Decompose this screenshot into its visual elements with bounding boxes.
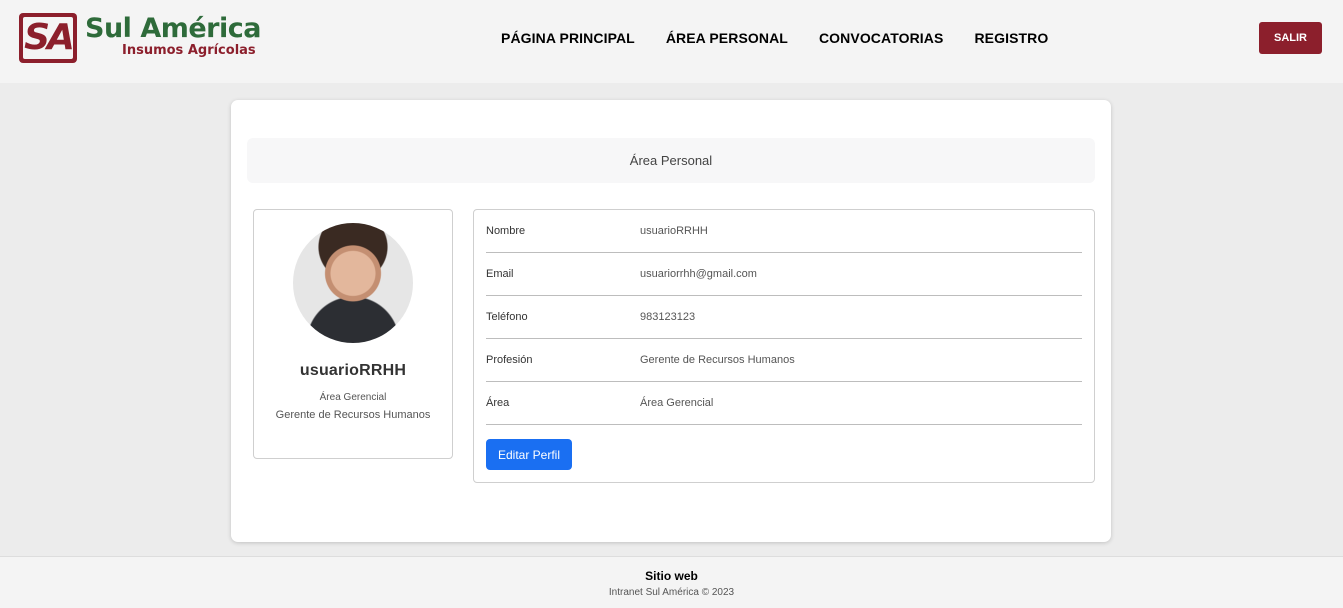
personal-area-card: Área Personal usuarioRRHH Área Gerencial…: [231, 100, 1111, 542]
profile-profession: Gerente de Recursos Humanos: [275, 409, 431, 421]
detail-label: Email: [486, 268, 514, 280]
detail-row-email: Email usuariorrhh@gmail.com: [486, 253, 1082, 296]
nav-item-pagina-principal[interactable]: PÁGINA PRINCIPAL: [501, 30, 635, 46]
footer-copyright: Intranet Sul América © 2023: [608, 587, 735, 598]
detail-row-nombre: Nombre usuarioRRHH: [486, 210, 1082, 253]
brand-title: Sul América: [85, 13, 261, 44]
detail-value: Gerente de Recursos Humanos: [640, 354, 795, 366]
detail-row-profesion: Profesión Gerente de Recursos Humanos: [486, 339, 1082, 382]
profile-name: usuarioRRHH: [299, 362, 407, 379]
detail-value: Área Gerencial: [640, 397, 714, 409]
card-title: Área Personal: [247, 138, 1095, 183]
avatar: [293, 223, 413, 343]
detail-label: Teléfono: [486, 311, 528, 323]
detail-row-area: Área Área Gerencial: [486, 382, 1082, 425]
detail-row-telefono: Teléfono 983123123: [486, 296, 1082, 339]
detail-value: usuarioRRHH: [640, 225, 708, 237]
main-nav: PÁGINA PRINCIPAL ÁREA PERSONAL CONVOCATO…: [501, 30, 1079, 46]
logout-button[interactable]: SALIR: [1259, 22, 1322, 54]
nav-item-area-personal[interactable]: ÁREA PERSONAL: [666, 30, 788, 46]
edit-profile-button[interactable]: Editar Perfil: [486, 439, 572, 470]
detail-label: Área: [486, 397, 510, 409]
profile-details: Nombre usuarioRRHH Email usuariorrhh@gma…: [473, 209, 1095, 483]
brand-subtitle: Insumos Agrícolas: [122, 43, 256, 58]
top-navbar: SA Sul América Insumos Agrícolas PÁGINA …: [0, 0, 1343, 83]
detail-value: 983123123: [640, 311, 696, 323]
profile-area: Área Gerencial: [319, 392, 387, 403]
brand-logo[interactable]: SA Sul América Insumos Agrícolas: [19, 13, 261, 63]
nav-item-convocatorias[interactable]: CONVOCATORIAS: [819, 30, 943, 46]
footer: Sitio web Intranet Sul América © 2023: [0, 556, 1343, 608]
profile-card: usuarioRRHH Área Gerencial Gerente de Re…: [253, 209, 453, 459]
detail-label: Nombre: [486, 225, 526, 237]
footer-title: Sitio web: [645, 569, 698, 583]
nav-item-registro[interactable]: REGISTRO: [974, 30, 1048, 46]
logo-badge-icon: SA: [19, 13, 77, 63]
detail-value: usuariorrhh@gmail.com: [640, 268, 757, 280]
detail-label: Profesión: [486, 354, 533, 366]
